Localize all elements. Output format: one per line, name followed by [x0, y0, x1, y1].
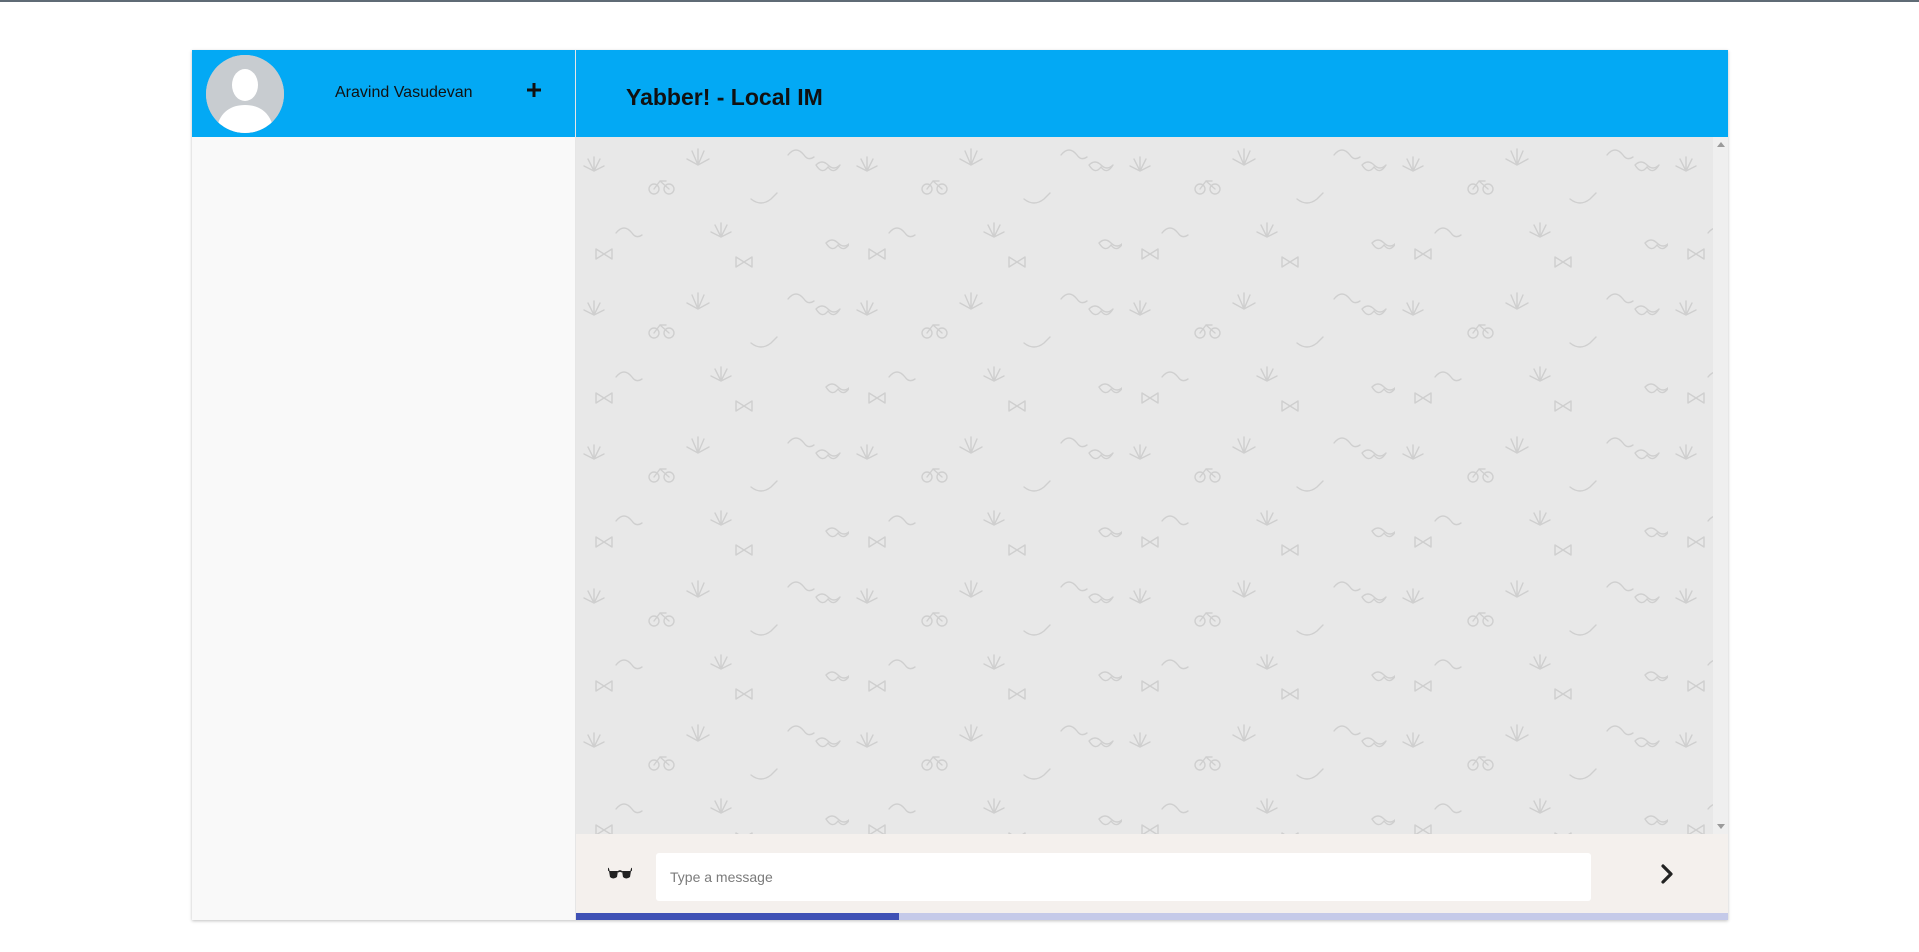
sunglasses-icon	[608, 867, 632, 879]
chat-panel: Yabber! - Local IM	[576, 50, 1728, 920]
scroll-down-icon[interactable]	[1717, 824, 1725, 829]
chevron-right-icon	[1661, 864, 1673, 884]
message-area-scrollbar[interactable]	[1713, 137, 1728, 834]
message-composer	[576, 834, 1728, 913]
send-button[interactable]	[1654, 861, 1680, 887]
default-user-avatar-icon	[206, 55, 284, 133]
browser-top-rule	[0, 0, 1919, 2]
plus-icon	[527, 83, 541, 97]
chat-app: Aravind Vasudevan Yabber! - Local IM	[192, 50, 1728, 920]
chat-title: Yabber! - Local IM	[626, 84, 823, 110]
message-area[interactable]	[576, 137, 1728, 834]
progress-bar-fill	[576, 913, 899, 920]
add-contact-button[interactable]	[522, 78, 546, 102]
sidebar-header: Aravind Vasudevan	[192, 50, 575, 137]
emoji-button[interactable]	[607, 861, 633, 887]
chat-header: Yabber! - Local IM	[576, 50, 1728, 137]
user-name: Aravind Vasudevan	[335, 84, 473, 101]
progress-bar	[576, 913, 1728, 920]
avatar[interactable]	[206, 55, 284, 133]
doodle-pattern-background	[576, 137, 1713, 834]
message-input[interactable]	[656, 853, 1591, 901]
sidebar: Aravind Vasudevan	[192, 50, 576, 920]
scroll-up-icon[interactable]	[1717, 142, 1725, 147]
